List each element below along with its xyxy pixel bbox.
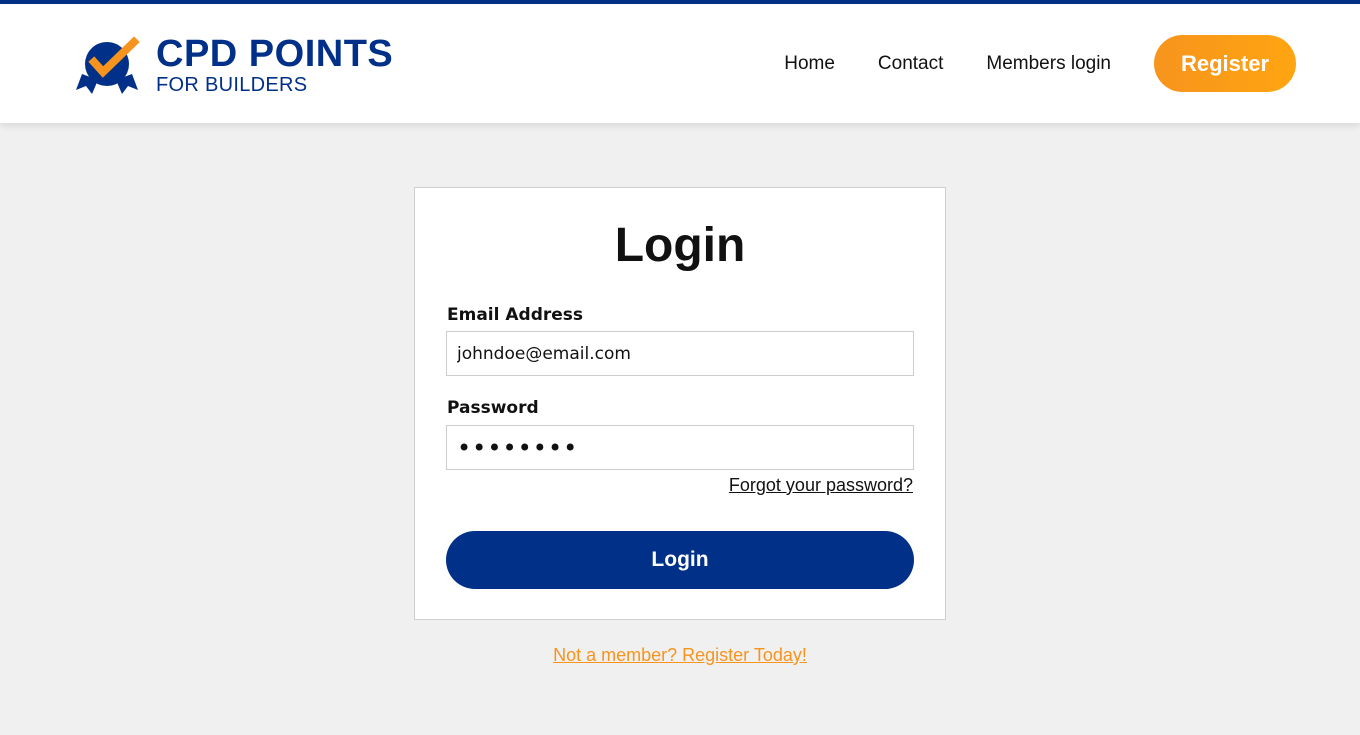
logo-title: CPD POINTS <box>156 32 394 75</box>
nav-contact-link[interactable]: Contact <box>878 53 943 75</box>
register-today-link[interactable]: Not a member? Register Today! <box>553 645 807 665</box>
badge-checkmark-icon <box>76 36 140 94</box>
login-title: Login <box>614 219 746 272</box>
nav-members-login-link[interactable]: Members login <box>986 53 1111 75</box>
register-button[interactable]: Register <box>1154 35 1296 92</box>
logo[interactable]: CPD POINTS FOR BUILDERS <box>72 34 393 96</box>
main-nav: Home Contact Members login Register <box>784 35 1296 92</box>
register-prompt: Not a member? Register Today! <box>0 645 1360 666</box>
logo-subtitle: FOR BUILDERS <box>156 73 308 96</box>
email-label: Email Address <box>447 305 584 325</box>
login-button[interactable]: Login <box>446 531 914 589</box>
site-header: CPD POINTS FOR BUILDERS Home Contact Mem… <box>0 4 1360 123</box>
login-card: Login Email Address Password Forgot your… <box>414 187 946 620</box>
password-field[interactable] <box>446 425 914 470</box>
email-field[interactable] <box>446 331 914 376</box>
forgot-password-link[interactable]: Forgot your password? <box>729 475 913 496</box>
nav-home-link[interactable]: Home <box>784 53 835 75</box>
password-label: Password <box>447 398 539 418</box>
